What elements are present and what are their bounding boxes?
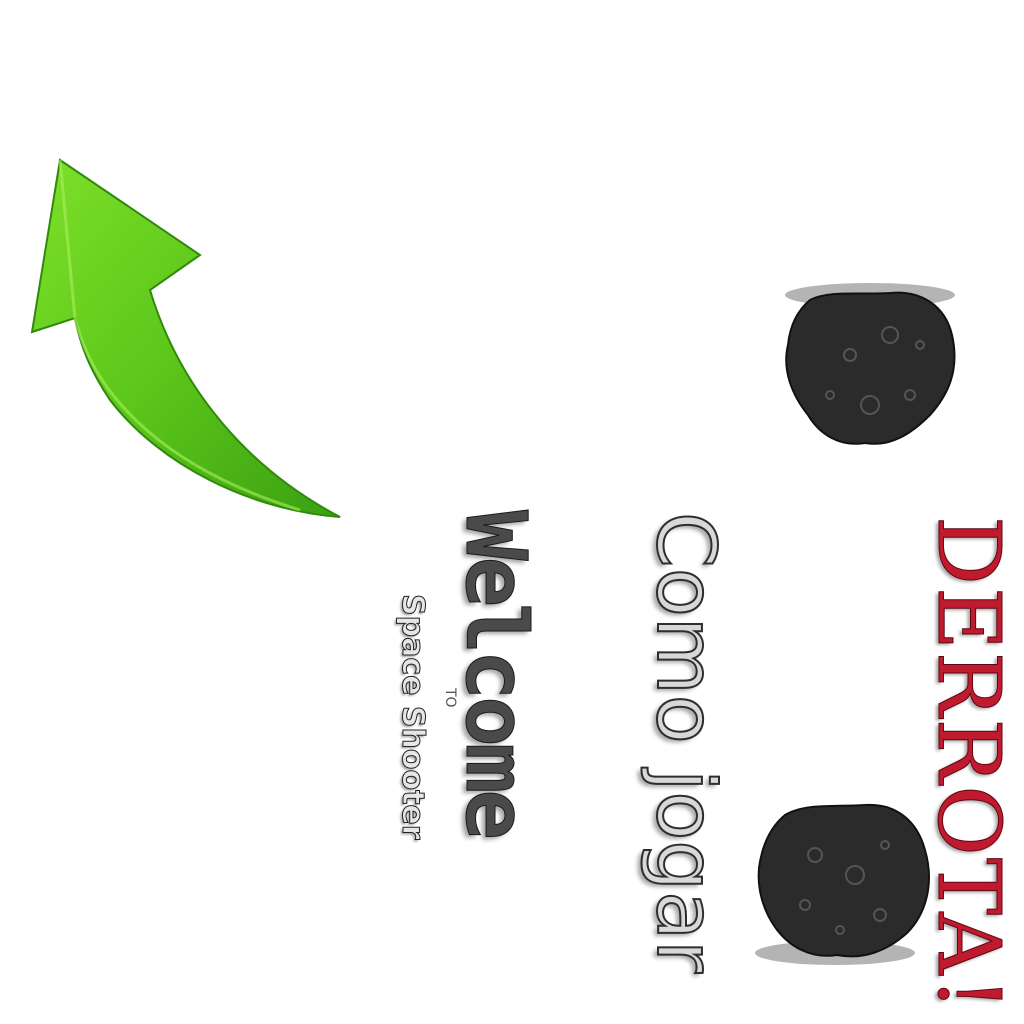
green-arrow-icon[interactable]: [0, 0, 400, 560]
welcome-to-label: TO: [442, 688, 458, 708]
defeat-title: DERROTA!: [918, 516, 1019, 1014]
asteroid-icon: [755, 803, 930, 965]
game-name: Space Shooter: [395, 594, 431, 841]
how-to-play-button[interactable]: Como jogar: [638, 511, 733, 974]
welcome-title: Welcome: [447, 510, 546, 837]
asteroid-icon: [785, 283, 956, 445]
game-screen: DERROTA! Como jogar Welcome TO Space Sho…: [0, 0, 1024, 1024]
